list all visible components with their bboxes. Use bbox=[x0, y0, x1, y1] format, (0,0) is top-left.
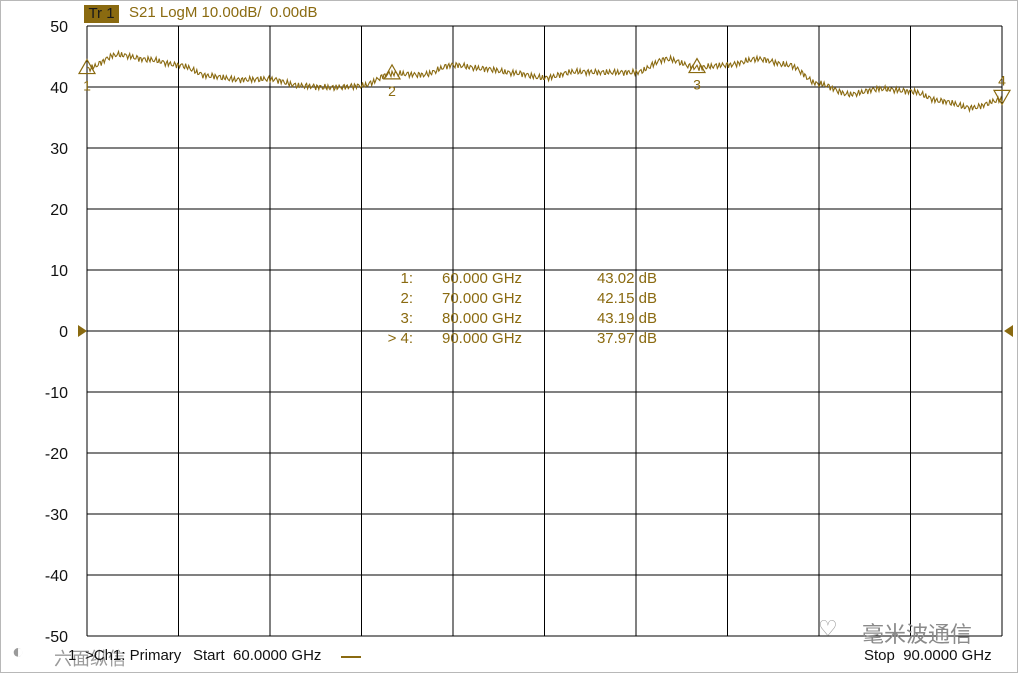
y-tick-label: 10 bbox=[50, 263, 68, 280]
y-tick-label: -20 bbox=[45, 446, 68, 463]
readout-index: 1: bbox=[400, 270, 413, 287]
trace-legend-line bbox=[341, 656, 361, 658]
trace-description: S21 LogM 10.00dB/ 0.00dB bbox=[129, 4, 318, 21]
y-tick-label: 0 bbox=[59, 324, 68, 341]
start-frequency[interactable]: Start 60.0000 GHz bbox=[193, 647, 321, 664]
readout-value: 43.02 dB bbox=[597, 270, 657, 287]
marker-1-label: 1 bbox=[83, 78, 91, 94]
stop-frequency[interactable]: Stop 90.0000 GHz bbox=[864, 647, 992, 664]
watermark-logo-icon: ◐ bbox=[12, 641, 25, 663]
y-tick-label: -50 bbox=[45, 629, 68, 646]
readout-index: 2: bbox=[400, 290, 413, 307]
readout-index: > 4: bbox=[388, 330, 413, 347]
s21-trace-chart[interactable]: 50403020100-10-20-30-40-501 2 3 41: 60.000 G… bbox=[0, 0, 1018, 673]
channel-label[interactable]: >Ch1: Primary bbox=[85, 647, 181, 664]
y-tick-label: 20 bbox=[50, 202, 68, 219]
readout-frequency: 60.000 GHz bbox=[442, 270, 522, 287]
readout-value: 42.15 dB bbox=[597, 290, 657, 307]
y-tick-label: -10 bbox=[45, 385, 68, 402]
readout-frequency: 90.000 GHz bbox=[442, 330, 522, 347]
readout-frequency: 80.000 GHz bbox=[442, 310, 522, 327]
readout-value: 37.97 dB bbox=[597, 330, 657, 347]
watermark-right: 毫米波通信 bbox=[862, 622, 973, 647]
trace-badge[interactable]: Tr 1 bbox=[84, 5, 119, 23]
channel-index: 1 bbox=[68, 647, 77, 664]
y-tick-label: -40 bbox=[45, 568, 68, 585]
y-tick-label: -30 bbox=[45, 507, 68, 524]
reference-arrow-right bbox=[1004, 325, 1013, 337]
wechat-logo-icon: ♡ bbox=[818, 616, 838, 641]
marker-3-label: 3 bbox=[693, 77, 701, 93]
marker-2-label: 2 bbox=[388, 83, 396, 99]
reference-arrow-left bbox=[78, 325, 87, 337]
y-tick-label: 40 bbox=[50, 80, 68, 97]
readout-frequency: 70.000 GHz bbox=[442, 290, 522, 307]
readout-index: 3: bbox=[400, 310, 413, 327]
marker-4-label: 4 bbox=[998, 72, 1006, 88]
readout-value: 43.19 dB bbox=[597, 310, 657, 327]
y-tick-label: 50 bbox=[50, 19, 68, 36]
y-tick-label: 30 bbox=[50, 141, 68, 158]
